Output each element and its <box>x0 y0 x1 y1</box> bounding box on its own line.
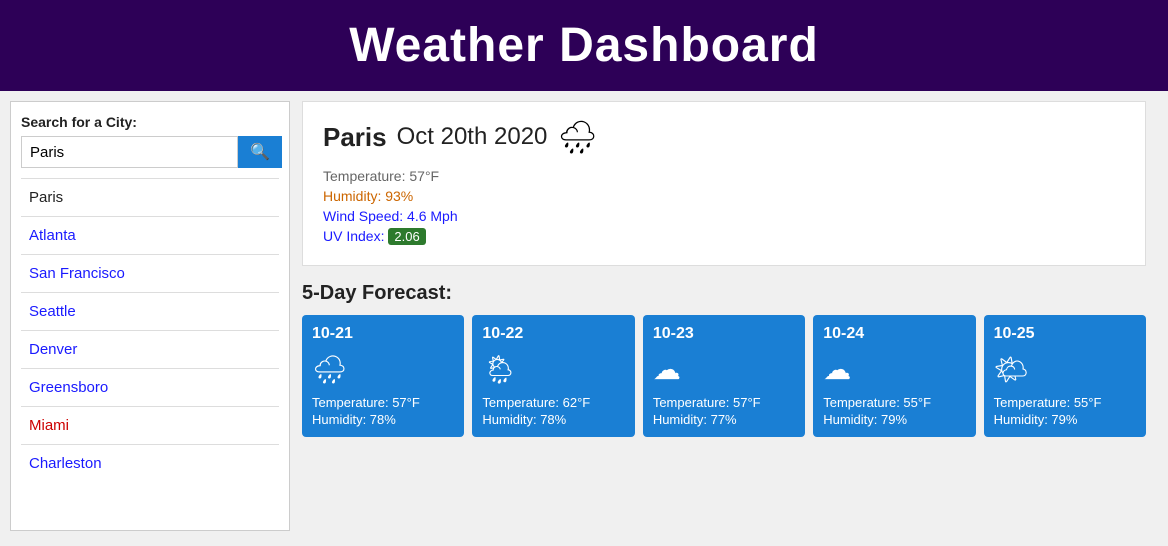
forecast-date-4: 10-24 <box>823 325 965 343</box>
sidebar-item-miami[interactable]: Miami <box>21 406 279 444</box>
forecast-temp-3: Temperature: 57°F <box>653 395 795 410</box>
forecast-temp-2: Temperature: 62°F <box>482 395 624 410</box>
forecast-temp-5: Temperature: 55°F <box>994 395 1136 410</box>
content-area: Paris Oct 20th 2020 🌧 Temperature: 57°F … <box>290 101 1158 531</box>
forecast-humidity-1: Humidity: 78% <box>312 412 454 427</box>
stat-uv-index: UV Index: 2.06 <box>323 228 1125 245</box>
forecast-title: 5-Day Forecast: <box>302 282 1146 305</box>
stat-humidity: Humidity: 93% <box>323 188 1125 204</box>
city-header: Paris Oct 20th 2020 🌧 <box>323 118 1125 156</box>
sidebar-item-greensboro[interactable]: Greensboro <box>21 368 279 406</box>
forecast-date-5: 10-25 <box>994 325 1136 343</box>
forecast-card-1021: 10-21 🌧 Temperature: 57°F Humidity: 78% <box>302 315 464 437</box>
forecast-date-1: 10-21 <box>312 325 454 343</box>
cloudy-icon-2: ☁ <box>823 353 851 386</box>
cloud-rain-icon: 🌦 <box>482 353 518 386</box>
forecast-card-1023: 10-23 ☁ Temperature: 57°F Humidity: 77% <box>643 315 805 437</box>
forecast-card-1024: 10-24 ☁ Temperature: 55°F Humidity: 79% <box>813 315 975 437</box>
forecast-icon-2: 🌦 <box>482 349 624 389</box>
search-input[interactable] <box>21 136 238 168</box>
page-header: Weather Dashboard <box>0 0 1168 91</box>
forecast-temp-1: Temperature: 57°F <box>312 395 454 410</box>
cloudy-icon: ☁ <box>653 353 681 386</box>
current-city-date: Oct 20th 2020 <box>397 123 548 151</box>
sidebar-item-denver[interactable]: Denver <box>21 330 279 368</box>
city-list: Paris Atlanta San Francisco Seattle Denv… <box>21 178 279 482</box>
sidebar-item-paris[interactable]: Paris <box>21 178 279 216</box>
forecast-card-1025: 10-25 🌤 Temperature: 55°F Humidity: 79% <box>984 315 1146 437</box>
forecast-icon-1: 🌧 <box>312 349 454 389</box>
search-icon: 🔍 <box>250 144 270 161</box>
forecast-icon-5: 🌤 <box>994 349 1136 389</box>
partly-cloudy-icon: 🌤 <box>994 353 1030 386</box>
rainy-cloud-icon: 🌧 <box>312 353 348 386</box>
sidebar-item-san-francisco[interactable]: San Francisco <box>21 254 279 292</box>
sidebar-item-charleston[interactable]: Charleston <box>21 444 279 482</box>
forecast-date-2: 10-22 <box>482 325 624 343</box>
forecast-humidity-4: Humidity: 79% <box>823 412 965 427</box>
search-label: Search for a City: <box>21 114 279 130</box>
search-button[interactable]: 🔍 <box>238 136 282 168</box>
forecast-humidity-3: Humidity: 77% <box>653 412 795 427</box>
forecast-icon-4: ☁ <box>823 349 965 389</box>
forecast-cards: 10-21 🌧 Temperature: 57°F Humidity: 78% … <box>302 315 1146 437</box>
forecast-humidity-5: Humidity: 79% <box>994 412 1136 427</box>
forecast-section: 5-Day Forecast: 10-21 🌧 Temperature: 57°… <box>302 282 1146 437</box>
current-city-name: Paris <box>323 122 387 153</box>
weather-stats: Temperature: 57°F Humidity: 93% Wind Spe… <box>323 168 1125 245</box>
search-row: 🔍 <box>21 136 279 168</box>
sidebar-item-atlanta[interactable]: Atlanta <box>21 216 279 254</box>
stat-temperature: Temperature: 57°F <box>323 168 1125 184</box>
header-title: Weather Dashboard <box>349 19 819 72</box>
sidebar-item-seattle[interactable]: Seattle <box>21 292 279 330</box>
stat-wind-speed: Wind Speed: 4.6 Mph <box>323 208 1125 224</box>
forecast-temp-4: Temperature: 55°F <box>823 395 965 410</box>
sidebar: Search for a City: 🔍 Paris Atlanta San F… <box>10 101 290 531</box>
forecast-icon-3: ☁ <box>653 349 795 389</box>
main-layout: Search for a City: 🔍 Paris Atlanta San F… <box>0 91 1168 541</box>
forecast-card-1022: 10-22 🌦 Temperature: 62°F Humidity: 78% <box>472 315 634 437</box>
current-weather-icon: 🌧 <box>557 118 598 156</box>
forecast-date-3: 10-23 <box>653 325 795 343</box>
uv-value-badge: 2.06 <box>388 228 425 245</box>
uv-label: UV Index: <box>323 228 384 244</box>
current-weather-card: Paris Oct 20th 2020 🌧 Temperature: 57°F … <box>302 101 1146 266</box>
forecast-humidity-2: Humidity: 78% <box>482 412 624 427</box>
